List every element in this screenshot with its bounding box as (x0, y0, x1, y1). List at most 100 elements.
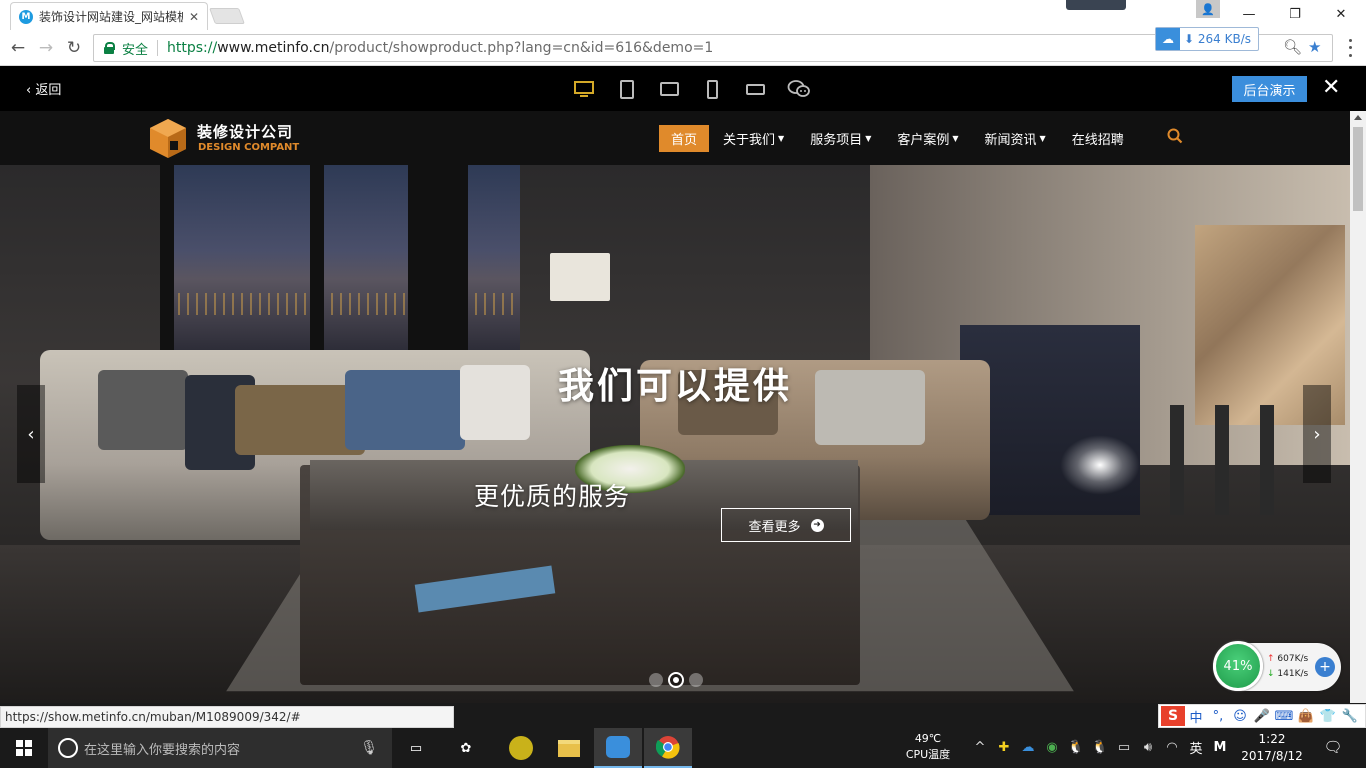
360-browser-icon[interactable] (497, 728, 545, 768)
lock-icon (104, 42, 115, 54)
nav-item-services[interactable]: 服务项目 ▼ (798, 125, 883, 152)
qq-tray-icon-2[interactable]: 🐧 (1088, 740, 1112, 755)
site-search-icon[interactable] (1167, 128, 1183, 144)
security-tray-icon[interactable]: ✚ (992, 740, 1016, 755)
forward-arrow-icon[interactable]: → (35, 37, 57, 59)
view-more-button[interactable]: 查看更多 ➜ (721, 508, 851, 542)
ime-toolbox-icon[interactable]: 👜 (1295, 709, 1317, 724)
banner-mullion (408, 165, 468, 365)
browser-tray-icon[interactable]: ◉ (1040, 740, 1064, 755)
device-switcher (562, 77, 820, 101)
scroll-thumb[interactable] (1353, 127, 1363, 211)
chrome-taskbar-icon[interactable] (644, 728, 692, 768)
slider-next-arrow-icon[interactable]: › (1303, 385, 1331, 483)
hero-subtitle: 更优质的服务 (474, 482, 631, 511)
company-logo-icon[interactable] (148, 117, 188, 160)
action-center-icon[interactable]: 🗨︎ (1318, 738, 1348, 756)
start-button[interactable] (0, 728, 48, 768)
taskbar-search-placeholder: 在这里输入你要搜索的内容 (84, 742, 241, 758)
bookmark-star-icon[interactable]: ★ (1308, 38, 1321, 56)
ime-skin-icon[interactable]: 👕 (1317, 709, 1339, 724)
ime-voice-icon[interactable]: 🎤 (1251, 709, 1273, 724)
logo-title: 装修设计公司 (197, 123, 294, 141)
desktop-icon[interactable] (562, 77, 605, 101)
url-text: https://www.metinfo.cn/product/showprodu… (167, 40, 714, 56)
address-bar[interactable]: 安全 https://www.metinfo.cn/product/showpr… (93, 34, 1333, 62)
memory-usage-gauge: 41% (1213, 641, 1263, 691)
reload-icon[interactable]: ↻ (63, 37, 85, 59)
tablet-portrait-icon[interactable] (605, 77, 648, 101)
site-header: 装修设计公司 DESIGN COMPANT 首页 关于我们 ▼ 服务项目 ▼ 客户案… (0, 111, 1350, 165)
nav-item-news[interactable]: 新闻资讯 ▼ (973, 125, 1058, 152)
hero-title: 我们可以提供 (557, 366, 792, 407)
taskbar-search-box[interactable]: 在这里输入你要搜索的内容 🎙︎ (48, 728, 392, 768)
download-speed-label: ⬇ 264 KB/s (1184, 32, 1251, 46)
tab-close-icon[interactable]: ✕ (189, 10, 199, 24)
site-favicon-icon: M (19, 9, 33, 24)
phone-landscape-icon[interactable] (734, 77, 777, 101)
netdisk-tray-icon[interactable]: ☁ (1016, 740, 1040, 755)
restore-icon[interactable]: ❐ (1272, 0, 1318, 28)
nav-item-home[interactable]: 首页 (659, 125, 710, 152)
scroll-up-icon[interactable] (1354, 115, 1362, 120)
metinfo-tray-icon[interactable]: M (1208, 740, 1232, 755)
download-speed-extension[interactable]: ☁ ⬇ 264 KB/s (1155, 27, 1259, 51)
upload-speed: ↑ 607K/s (1267, 654, 1309, 664)
slider-dot[interactable] (689, 673, 703, 687)
close-preview-icon[interactable]: ✕ (1322, 75, 1340, 101)
window-close-icon[interactable]: ✕ (1318, 0, 1364, 28)
wifi-icon[interactable]: ◠ (1160, 740, 1184, 755)
profile-icon[interactable]: 👤 (1196, 0, 1220, 18)
phone-portrait-icon[interactable] (691, 77, 734, 101)
sogou-ime-icon[interactable]: S (1161, 706, 1185, 726)
back-link[interactable]: ‹ 返回 (26, 79, 61, 98)
cortana-icon (58, 738, 78, 758)
system-clock[interactable]: 1:22 2017/8/12 (1240, 731, 1304, 765)
slider-dot-active[interactable] (668, 672, 684, 688)
minimize-icon[interactable]: — (1226, 0, 1272, 28)
banner-lamp (550, 253, 610, 301)
nav-item-about[interactable]: 关于我们 ▼ (711, 125, 796, 152)
input-language[interactable]: 英 (1184, 738, 1208, 757)
banner-stool (1215, 405, 1229, 515)
ime-settings-icon[interactable]: 🔧 (1339, 709, 1361, 724)
boost-plus-icon[interactable]: + (1315, 657, 1335, 677)
file-explorer-icon[interactable] (545, 728, 593, 768)
page-scrollbar[interactable] (1350, 111, 1366, 703)
nav-item-jobs[interactable]: 在线招聘 (1060, 125, 1136, 152)
ime-punctuation-icon[interactable]: °, (1207, 709, 1229, 724)
cpu-temperature: 49℃ CPU温度 (905, 732, 951, 761)
battery-icon[interactable]: ▭ (1112, 740, 1136, 755)
browser-tab-strip: M 装饰设计网站建设_网站模板 ✕ 👤 — ❐ ✕ (0, 0, 1366, 30)
wechat-icon[interactable] (777, 77, 820, 101)
secure-label: 安全 (122, 42, 149, 58)
pinwheel-app-icon[interactable]: ✿ (442, 728, 490, 768)
ime-emoji-icon[interactable]: ☺ (1229, 709, 1251, 724)
omnibox-divider (157, 40, 159, 56)
browser-menu-icon[interactable] (1344, 37, 1356, 59)
caret-down-icon: ▼ (865, 134, 872, 143)
network-monitor-widget[interactable]: 41% ↑ 607K/s ↓ 141K/s + (1213, 641, 1341, 691)
browser-tab[interactable]: M 装饰设计网站建设_网站模板 ✕ (10, 2, 208, 30)
qq-tray-icon[interactable]: 🐧 (1064, 740, 1088, 755)
new-tab-button[interactable] (209, 8, 245, 24)
task-view-icon[interactable]: ▭ (392, 728, 440, 768)
zoom-search-icon[interactable]: 🔍︎ (1283, 38, 1302, 56)
admin-demo-button[interactable]: 后台演示 (1232, 76, 1307, 102)
show-hidden-icons-icon[interactable]: ^ (968, 740, 992, 755)
nav-item-cases[interactable]: 客户案例 ▼ (885, 125, 970, 152)
microphone-icon[interactable]: 🎙︎ (360, 740, 378, 756)
ime-chinese-mode[interactable]: 中 (1185, 707, 1207, 726)
baidu-netdisk-icon[interactable] (594, 728, 642, 768)
banner-mullion (310, 165, 324, 365)
windows-logo-icon (16, 740, 32, 756)
volume-icon[interactable]: 🔊︎ (1136, 740, 1160, 755)
download-speed: ↓ 141K/s (1267, 669, 1309, 679)
slider-dot[interactable] (649, 673, 663, 687)
back-arrow-icon[interactable]: ← (7, 37, 29, 59)
arrow-circle-icon: ➜ (810, 518, 824, 532)
slider-prev-arrow-icon[interactable]: ‹ (17, 385, 45, 483)
extension-indicator (1066, 0, 1126, 10)
tablet-landscape-icon[interactable] (648, 77, 691, 101)
ime-keyboard-icon[interactable]: ⌨ (1273, 709, 1295, 724)
